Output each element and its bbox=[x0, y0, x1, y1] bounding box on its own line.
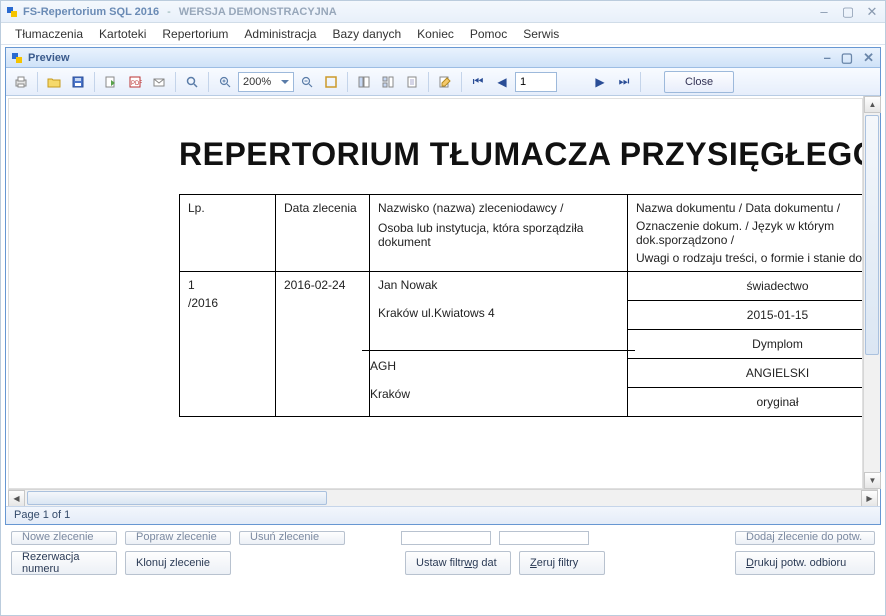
header-lp: Lp. bbox=[180, 195, 276, 272]
popraw-zlecenie-button[interactable]: Popraw zlecenie bbox=[125, 531, 231, 545]
date-from-input[interactable] bbox=[401, 531, 491, 545]
header-name: Nazwisko (nazwa) zleceniodawcy / Osoba l… bbox=[370, 195, 628, 272]
vertical-scroll-thumb[interactable] bbox=[865, 115, 879, 355]
thumbnails-icon[interactable] bbox=[377, 71, 399, 93]
edit-page-icon[interactable] bbox=[434, 71, 456, 93]
next-page-icon[interactable]: ▶ bbox=[589, 71, 611, 93]
preview-close-icon[interactable]: ✕ bbox=[863, 50, 874, 66]
vertical-scrollbar[interactable]: ▲ ▼ bbox=[863, 96, 880, 489]
cell-client: Jan Nowak Kraków ul.Kwiatows 4 AGH Krakó… bbox=[370, 272, 628, 417]
app-window: FS-Repertorium SQL 2016 - WERSJA DEMONST… bbox=[0, 0, 886, 616]
last-page-icon[interactable]: ⏭ bbox=[613, 71, 635, 93]
repertorium-table: Lp. Data zlecenia Nazwisko (nazwa) zlece… bbox=[179, 194, 863, 417]
app-icon bbox=[7, 7, 17, 17]
scroll-right-icon[interactable]: ▶ bbox=[861, 490, 878, 507]
pdf-icon[interactable]: PDF bbox=[124, 71, 146, 93]
table-row: 1 /2016 2016-02-24 Jan Nowak Kraków ul.K… bbox=[180, 272, 864, 417]
preview-window: Preview – ▢ ✕ PDF 200% bbox=[5, 47, 881, 525]
menu-kartoteki[interactable]: Kartoteki bbox=[93, 25, 152, 43]
menu-repertorium[interactable]: Repertorium bbox=[156, 25, 234, 43]
preview-maximize-icon[interactable]: ▢ bbox=[841, 50, 853, 66]
page-number-input[interactable] bbox=[515, 72, 557, 92]
app-subtitle: WERSJA DEMONSTRACYJNA bbox=[179, 6, 337, 18]
menubar: Tłumaczenia Kartoteki Repertorium Admini… bbox=[1, 23, 885, 45]
scroll-left-icon[interactable]: ◀ bbox=[8, 490, 25, 507]
bottom-toolbar: Nowe zlecenie Popraw zlecenie Usuń zlece… bbox=[1, 525, 885, 585]
cell-lp: 1 /2016 bbox=[180, 272, 276, 417]
prev-page-icon[interactable]: ◀ bbox=[491, 71, 513, 93]
email-icon[interactable] bbox=[148, 71, 170, 93]
app-title: FS-Repertorium SQL 2016 bbox=[23, 6, 159, 18]
preview-titlebar: Preview – ▢ ✕ bbox=[6, 48, 880, 68]
preview-minimize-icon[interactable]: – bbox=[824, 50, 831, 66]
maximize-icon[interactable]: ▢ bbox=[841, 4, 855, 20]
header-date: Data zlecenia bbox=[276, 195, 370, 272]
drukuj-potw-button[interactable]: Drukuj potw. odbioru bbox=[735, 551, 875, 575]
fullscreen-icon[interactable] bbox=[320, 71, 342, 93]
zoom-in-icon[interactable] bbox=[214, 71, 236, 93]
page-setup-icon[interactable] bbox=[401, 71, 423, 93]
horizontal-scrollbar[interactable]: ◀ ▶ bbox=[8, 489, 878, 506]
nowe-zlecenie-button[interactable]: Nowe zlecenie bbox=[11, 531, 117, 545]
find-icon[interactable] bbox=[181, 71, 203, 93]
cell-date: 2016-02-24 bbox=[276, 272, 370, 417]
document-viewport[interactable]: REPERTORIUM TŁUMACZA PRZYSIĘGŁEGO Lp. Da… bbox=[8, 98, 863, 489]
document-page: REPERTORIUM TŁUMACZA PRZYSIĘGŁEGO Lp. Da… bbox=[19, 107, 863, 417]
ustaw-filtr-button[interactable]: Ustaw filtr wg dat bbox=[405, 551, 511, 575]
app-titlebar: FS-Repertorium SQL 2016 - WERSJA DEMONST… bbox=[1, 1, 885, 23]
svg-text:PDF: PDF bbox=[131, 81, 142, 87]
zeruj-filtry-button[interactable]: Zeruj filtry bbox=[519, 551, 605, 575]
document-title: REPERTORIUM TŁUMACZA PRZYSIĘGŁEGO bbox=[179, 137, 863, 172]
scroll-up-icon[interactable]: ▲ bbox=[864, 96, 881, 113]
zoom-select[interactable]: 200% bbox=[238, 72, 294, 92]
cell-doc: świadectwo 2015-01-15 Dymplom ANGIELSKI … bbox=[628, 272, 864, 417]
preview-toolbar: PDF 200% ⏮ ◀ ▶ ⏭ Close bbox=[6, 68, 880, 96]
rezerwacja-numeru-button[interactable]: Rezerwacja numeru bbox=[11, 551, 117, 575]
preview-title-text: Preview bbox=[28, 52, 70, 64]
save-icon[interactable] bbox=[67, 71, 89, 93]
date-to-input[interactable] bbox=[499, 531, 589, 545]
menu-serwis[interactable]: Serwis bbox=[517, 25, 565, 43]
scroll-down-icon[interactable]: ▼ bbox=[864, 472, 881, 489]
first-page-icon[interactable]: ⏮ bbox=[467, 71, 489, 93]
export-icon[interactable] bbox=[100, 71, 122, 93]
menu-tlumaczenia[interactable]: Tłumaczenia bbox=[9, 25, 89, 43]
status-bar: Page 1 of 1 bbox=[6, 506, 880, 524]
preview-body: REPERTORIUM TŁUMACZA PRZYSIĘGŁEGO Lp. Da… bbox=[6, 96, 880, 489]
horizontal-scroll-thumb[interactable] bbox=[27, 491, 327, 505]
menu-koniec[interactable]: Koniec bbox=[411, 25, 460, 43]
close-icon[interactable]: ✕ bbox=[865, 4, 879, 20]
print-icon[interactable] bbox=[10, 71, 32, 93]
usun-zlecenie-button[interactable]: Usuń zlecenie bbox=[239, 531, 345, 545]
header-doc: Nazwa dokumentu / Data dokumentu / Oznac… bbox=[628, 195, 864, 272]
menu-administracja[interactable]: Administracja bbox=[238, 25, 322, 43]
klonuj-zlecenie-button[interactable]: Klonuj zlecenie bbox=[125, 551, 231, 575]
outline-icon[interactable] bbox=[353, 71, 375, 93]
menu-bazy-danych[interactable]: Bazy danych bbox=[326, 25, 407, 43]
menu-pomoc[interactable]: Pomoc bbox=[464, 25, 513, 43]
preview-icon bbox=[12, 53, 22, 63]
close-button[interactable]: Close bbox=[664, 71, 734, 93]
minimize-icon[interactable]: – bbox=[817, 4, 831, 20]
zoom-out-icon[interactable] bbox=[296, 71, 318, 93]
dodaj-zlecenie-button[interactable]: Dodaj zlecenie do potw. bbox=[735, 531, 875, 545]
open-icon[interactable] bbox=[43, 71, 65, 93]
